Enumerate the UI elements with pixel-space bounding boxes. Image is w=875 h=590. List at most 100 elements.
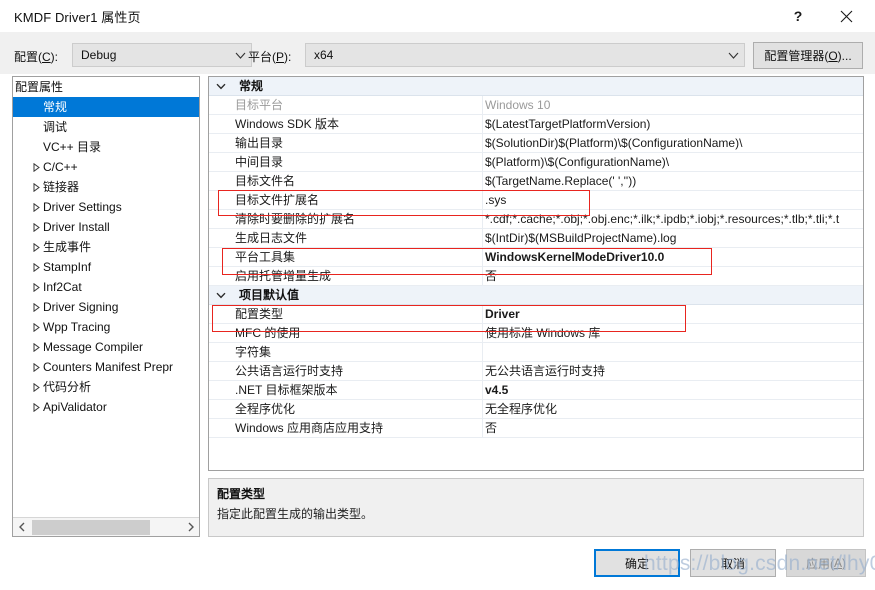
tree-item-label: Inf2Cat [43,280,82,294]
tree-item-4[interactable]: C/C++ [13,157,199,177]
property-row[interactable]: MFC 的使用 使用标准 Windows 库 [209,324,863,343]
property-value[interactable]: v4.5 [485,381,863,400]
property-value[interactable]: Driver [485,305,863,324]
property-value[interactable]: $(Platform)\$(ConfigurationName)\ [485,153,863,172]
tree-item-11[interactable]: Driver Signing [13,297,199,317]
apply-button[interactable]: 应用(A) [786,549,866,577]
tree-item-label: 配置属性 [15,80,64,94]
property-value[interactable]: 否 [485,267,863,286]
scroll-track[interactable] [30,519,182,536]
triangle-right-icon[interactable] [27,257,45,277]
property-section-header[interactable]: 项目默认值 [209,286,863,305]
property-tree[interactable]: 配置属性常规调试 VC++ 目录 C/C++ 链接器 Driver Settings Dr… [13,77,199,516]
tree-item-7[interactable]: Driver Install [13,217,199,237]
tree-item-label: ApiValidator [43,400,107,414]
tree-item-2[interactable]: 调试 [13,117,199,137]
triangle-right-icon[interactable] [27,197,45,217]
help-button[interactable]: ? [775,0,821,32]
tree-item-9[interactable]: StampInf [13,257,199,277]
property-row[interactable]: 清除时要删除的扩展名 *.cdf;*.cache;*.obj;*.obj.enc;… [209,210,863,229]
property-value[interactable]: $(IntDir)$(MSBuildProjectName).log [485,229,863,248]
property-value[interactable]: 无公共语言运行时支持 [485,362,863,381]
property-name: 公共语言运行时支持 [235,364,344,378]
triangle-right-icon[interactable] [27,217,45,237]
property-section-header[interactable]: 常规 [209,77,863,96]
tree-item-15[interactable]: 代码分析 [13,377,199,397]
property-name: 输出目录 [235,136,284,150]
tree-item-3[interactable]: VC++ 目录 [13,137,199,157]
triangle-down-icon[interactable] [13,77,17,97]
tree-item-label: 常规 [43,100,68,114]
ok-button[interactable]: 确定 [594,549,680,577]
configuration-dropdown[interactable]: Debug [72,43,252,67]
scroll-thumb[interactable] [32,519,150,535]
triangle-right-icon[interactable] [27,157,45,177]
platform-dropdown[interactable]: x64 [305,43,745,67]
property-row[interactable]: 目标文件名 $(TargetName.Replace(' ','')) [209,172,863,191]
property-value[interactable]: *.cdf;*.cache;*.obj;*.obj.enc;*.ilk;*.ip… [485,210,863,229]
property-row[interactable]: 平台工具集 WindowsKernelModeDriver10.0 [209,248,863,267]
property-value[interactable]: 否 [485,419,863,438]
property-row[interactable]: 全程序优化 无全程序优化 [209,400,863,419]
tree-item-14[interactable]: Counters Manifest Prepr [13,357,199,377]
chevron-down-icon[interactable] [213,286,229,305]
tree-item-1[interactable]: 常规 [13,97,199,117]
property-value[interactable]: 无全程序优化 [485,400,863,419]
tree-horizontal-scrollbar[interactable] [13,517,199,536]
property-row[interactable]: 生成日志文件 $(IntDir)$(MSBuildProjectName).log [209,229,863,248]
property-row[interactable]: .NET 目标框架版本 v4.5 [209,381,863,400]
triangle-right-icon[interactable] [27,237,45,257]
configuration-manager-button[interactable]: 配置管理器(O)... [753,42,863,69]
triangle-right-icon[interactable] [27,357,45,377]
property-value[interactable]: $(TargetName.Replace(' ','')) [485,172,863,191]
tree-item-12[interactable]: Wpp Tracing [13,317,199,337]
property-row[interactable]: 启用托管增量生成 否 [209,267,863,286]
triangle-right-icon[interactable] [27,337,45,357]
triangle-right-icon[interactable] [27,177,45,197]
property-row[interactable]: 输出目录 $(SolutionDir)$(Platform)\$(Configur… [209,134,863,153]
property-value[interactable]: .sys [485,191,863,210]
column-divider [482,134,483,153]
column-divider [482,248,483,267]
chevron-left-icon[interactable] [13,519,30,536]
triangle-right-icon[interactable] [27,297,45,317]
triangle-right-icon[interactable] [27,377,45,397]
tree-item-label: 生成事件 [43,240,92,254]
close-button[interactable] [823,0,869,32]
property-name: 目标文件名 [235,174,296,188]
property-value[interactable]: WindowsKernelModeDriver10.0 [485,248,863,267]
tree-item-label: Driver Install [43,220,110,234]
property-row[interactable]: 公共语言运行时支持 无公共语言运行时支持 [209,362,863,381]
tree-item-5[interactable]: 链接器 [13,177,199,197]
tree-item-6[interactable]: Driver Settings [13,197,199,217]
tree-item-label: StampInf [43,260,92,274]
property-value[interactable]: Windows 10 [485,96,863,115]
property-row[interactable]: Windows 应用商店应用支持 否 [209,419,863,438]
property-row[interactable]: 目标平台 Windows 10 [209,96,863,115]
triangle-right-icon[interactable] [27,397,45,417]
tree-item-0[interactable]: 配置属性 [13,77,199,97]
tree-item-13[interactable]: Message Compiler [13,337,199,357]
tree-item-label: Driver Settings [43,200,122,214]
property-row[interactable]: 配置类型 Driver [209,305,863,324]
property-name: 全程序优化 [235,402,296,416]
property-row[interactable]: 目标文件扩展名 .sys [209,191,863,210]
tree-item-8[interactable]: 生成事件 [13,237,199,257]
tree-item-16[interactable]: ApiValidator [13,397,199,417]
triangle-right-icon[interactable] [27,277,45,297]
property-name: 平台工具集 [235,250,296,264]
chevron-down-icon[interactable] [213,77,229,96]
cancel-button[interactable]: 取消 [690,549,776,577]
property-row[interactable]: 字符集 [209,343,863,362]
property-value[interactable]: $(LatestTargetPlatformVersion) [485,115,863,134]
property-row[interactable]: 中间目录 $(Platform)\$(ConfigurationName)\ [209,153,863,172]
configuration-label: 配置(C): [14,50,59,64]
triangle-right-icon[interactable] [27,317,45,337]
close-icon [840,10,853,23]
tree-item-10[interactable]: Inf2Cat [13,277,199,297]
property-grid[interactable]: 常规 目标平台 Windows 10 Windows SDK 版本 $(LatestTa… [209,77,863,438]
property-value[interactable]: $(SolutionDir)$(Platform)\$(Configuratio… [485,134,863,153]
chevron-right-icon[interactable] [182,519,199,536]
property-row[interactable]: Windows SDK 版本 $(LatestTargetPlatformVers… [209,115,863,134]
property-value[interactable]: 使用标准 Windows 库 [485,324,863,343]
